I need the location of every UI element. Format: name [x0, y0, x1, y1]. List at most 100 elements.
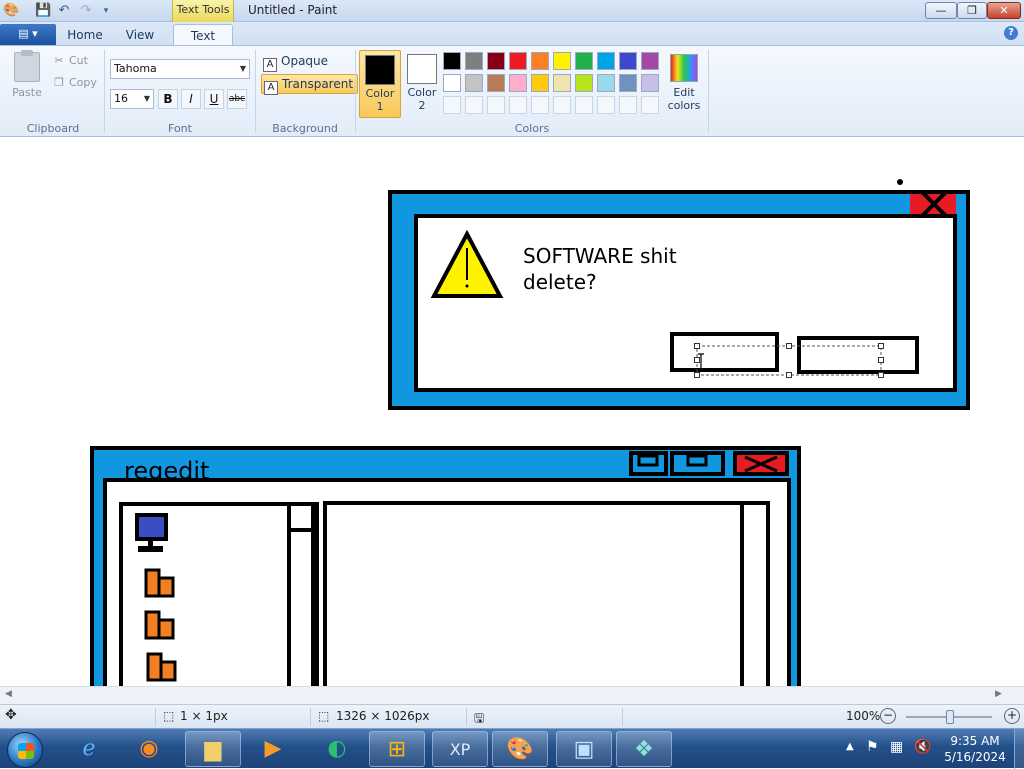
- custom-color-slot[interactable]: [443, 96, 461, 114]
- start-button[interactable]: [7, 732, 43, 768]
- drawing-canvas[interactable]: SOFTWARE shit delete? regedit: [0, 138, 1024, 686]
- palette-swatch[interactable]: [553, 74, 571, 92]
- opaque-button[interactable]: A Opaque: [261, 52, 332, 72]
- action-center-flag-icon[interactable]: ⚑: [866, 739, 879, 755]
- cut-label: Cut: [69, 54, 88, 67]
- custom-color-slot[interactable]: [597, 96, 615, 114]
- font-family-select[interactable]: Tahoma ▼: [110, 59, 250, 79]
- show-hidden-icons-icon[interactable]: ▲: [846, 741, 854, 752]
- custom-color-slot[interactable]: [465, 96, 483, 114]
- network-settings-icon[interactable]: ▣: [556, 731, 612, 767]
- scroll-left-icon[interactable]: ◀: [5, 689, 12, 699]
- paint-menu-button[interactable]: ▤ ▾: [0, 24, 56, 45]
- bold-button[interactable]: B: [158, 89, 178, 109]
- image-size-icon: ⬚: [318, 709, 330, 723]
- palette-swatch[interactable]: [509, 52, 527, 70]
- regedit-minimize-glyph: [637, 454, 659, 467]
- palette-swatch[interactable]: [575, 74, 593, 92]
- network-icon[interactable]: ▦: [890, 739, 903, 755]
- clock[interactable]: 9:35 AM 5/16/2024: [940, 733, 1010, 765]
- custom-color-slot[interactable]: [553, 96, 571, 114]
- resize-handle[interactable]: [694, 372, 700, 378]
- palette-swatch[interactable]: [619, 52, 637, 70]
- xp-mode-icon[interactable]: XP: [432, 731, 488, 767]
- close-button[interactable]: ✕: [987, 2, 1021, 19]
- paint-taskbar-icon[interactable]: 🎨: [492, 731, 548, 767]
- zoom-level: 100%: [846, 709, 881, 723]
- zoom-out-button[interactable]: −: [880, 708, 896, 724]
- resize-handle[interactable]: [878, 372, 884, 378]
- windows-update-icon[interactable]: ⊞: [369, 731, 425, 767]
- color-1-button[interactable]: Color 1: [359, 50, 401, 118]
- resize-handle[interactable]: [694, 357, 700, 363]
- resize-handle[interactable]: [786, 372, 792, 378]
- paste-button[interactable]: Paste: [10, 50, 44, 99]
- font-size-value: 16: [114, 92, 128, 105]
- custom-color-slot[interactable]: [575, 96, 593, 114]
- tab-home[interactable]: Home: [62, 24, 108, 46]
- internet-explorer-icon[interactable]: ℯ: [61, 731, 117, 767]
- underline-button[interactable]: U: [204, 89, 224, 109]
- custom-color-slot[interactable]: [641, 96, 659, 114]
- firefox-icon[interactable]: ◉: [121, 731, 177, 767]
- paint-app-icon[interactable]: 🎨: [3, 3, 19, 19]
- minimize-button[interactable]: —: [925, 2, 957, 19]
- palette-swatch[interactable]: [531, 74, 549, 92]
- palette-swatch[interactable]: [575, 52, 593, 70]
- file-explorer-icon[interactable]: ▆: [185, 731, 241, 767]
- color-2-label-line2: 2: [418, 99, 426, 112]
- transparent-button[interactable]: A Transparent: [261, 74, 359, 95]
- color-2-label-line1: Color: [407, 86, 437, 99]
- horizontal-scrollbar[interactable]: ◀ ▶: [0, 686, 1024, 704]
- resize-handle[interactable]: [878, 357, 884, 363]
- palette-swatch[interactable]: [487, 52, 505, 70]
- edit-colors-button[interactable]: Edit colors: [666, 50, 702, 112]
- palette-swatch[interactable]: [641, 74, 659, 92]
- tab-text[interactable]: Text: [173, 24, 233, 46]
- palette-swatch[interactable]: [487, 74, 505, 92]
- palette-swatch[interactable]: [509, 74, 527, 92]
- resize-handle[interactable]: [786, 343, 792, 349]
- font-size-select[interactable]: 16 ▼: [110, 89, 154, 109]
- copy-button[interactable]: ❐ Copy: [52, 74, 97, 92]
- customize-quick-access-icon[interactable]: ▾: [98, 3, 114, 19]
- green-app-icon[interactable]: ◐: [309, 731, 365, 767]
- custom-color-slot[interactable]: [509, 96, 527, 114]
- volume-muted-icon[interactable]: 🔇: [914, 739, 931, 755]
- custom-color-slot[interactable]: [487, 96, 505, 114]
- show-desktop-button[interactable]: [1014, 729, 1024, 769]
- maximize-button[interactable]: ❐: [957, 2, 987, 19]
- redo-icon[interactable]: ↷: [78, 3, 94, 19]
- help-icon[interactable]: ?: [1004, 26, 1018, 40]
- canvas-drawing[interactable]: SOFTWARE shit delete? regedit: [0, 138, 1024, 686]
- cut-button[interactable]: ✂ Cut: [52, 52, 88, 70]
- palette-swatch[interactable]: [465, 74, 483, 92]
- italic-button[interactable]: I: [181, 89, 201, 109]
- dialog-no-button-drawing: [797, 336, 919, 374]
- custom-color-slot[interactable]: [619, 96, 637, 114]
- custom-color-slot[interactable]: [531, 96, 549, 114]
- palette-swatch[interactable]: [531, 52, 549, 70]
- strikethrough-button[interactable]: abc: [227, 89, 247, 109]
- palette-swatch[interactable]: [597, 52, 615, 70]
- resize-handle[interactable]: [878, 343, 884, 349]
- status-separator: [466, 708, 467, 726]
- palette-swatch[interactable]: [465, 52, 483, 70]
- palette-swatch[interactable]: [443, 52, 461, 70]
- zoom-in-button[interactable]: +: [1004, 708, 1020, 724]
- zoom-slider-thumb[interactable]: [946, 710, 954, 724]
- color-2-button[interactable]: Color 2: [403, 50, 441, 118]
- palette-swatch[interactable]: [619, 74, 637, 92]
- tab-view[interactable]: View: [117, 24, 163, 46]
- scroll-right-icon[interactable]: ▶: [995, 689, 1002, 699]
- media-player-icon[interactable]: ▶: [245, 731, 301, 767]
- package-icon[interactable]: ❖: [616, 731, 672, 767]
- undo-icon[interactable]: ↶: [56, 3, 72, 19]
- palette-swatch[interactable]: [597, 74, 615, 92]
- palette-swatch[interactable]: [641, 52, 659, 70]
- save-icon[interactable]: 💾: [35, 3, 51, 19]
- palette-swatch[interactable]: [443, 74, 461, 92]
- color-1-label-line2: 1: [376, 100, 384, 113]
- resize-handle[interactable]: [694, 343, 700, 349]
- palette-swatch[interactable]: [553, 52, 571, 70]
